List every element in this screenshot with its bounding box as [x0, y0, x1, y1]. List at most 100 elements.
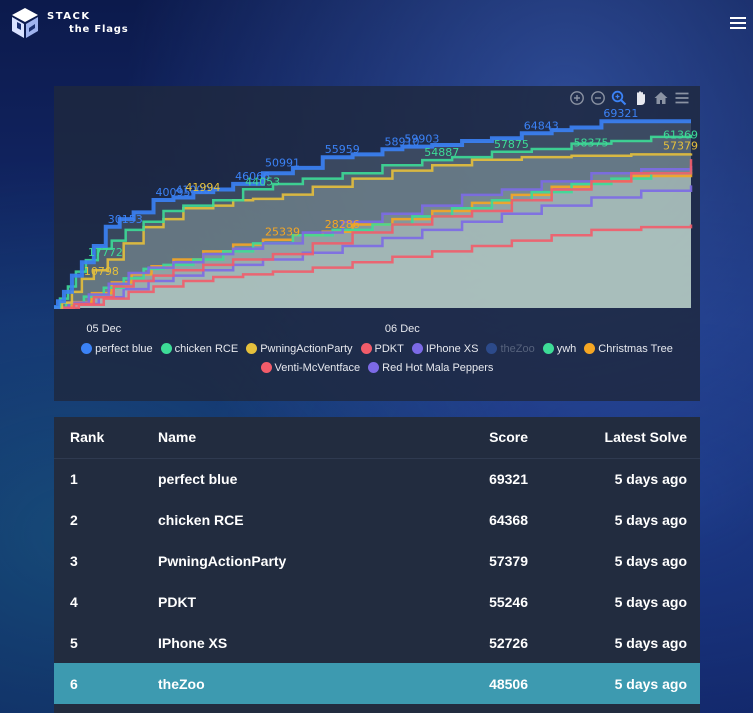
data-label: 57875 — [494, 138, 529, 151]
team-name-cell[interactable]: PwningActionParty — [158, 540, 408, 581]
name-column-header[interactable]: Name — [158, 417, 408, 459]
rank-cell: 1 — [70, 470, 78, 487]
data-label: 69321 — [603, 107, 638, 120]
rank-cell: 5 — [70, 634, 78, 651]
legend-swatch — [584, 343, 596, 354]
score-cell: 64368 — [489, 511, 528, 528]
table-row[interactable]: 2 chicken RCE 64368 5 days ago — [54, 499, 700, 540]
nav-menu-button[interactable] — [730, 17, 746, 30]
rank-cell: 3 — [70, 552, 78, 569]
rank-cell: 4 — [70, 593, 78, 610]
data-label: 64843 — [524, 119, 559, 132]
legend-item[interactable]: perfect blue — [81, 342, 153, 355]
chart-legend: perfect blue chicken RCE PwningActionParty… — [54, 339, 700, 377]
score-cell: 69321 — [489, 470, 528, 487]
latest-solve-cell: 5 days ago — [614, 470, 687, 487]
data-label: 28286 — [325, 218, 360, 231]
rank-cell: 6 — [54, 663, 158, 704]
pan-hand-icon[interactable] — [632, 90, 648, 106]
zoom-reset-icon[interactable] — [611, 90, 627, 106]
legend-item[interactable]: PDKT — [360, 342, 404, 355]
latest-solve-cell: 5 days ago — [614, 634, 687, 651]
scoreboard-table: Rank Name Score Latest Solve 1 perfect b… — [54, 417, 700, 704]
data-label: 17772 — [88, 246, 123, 259]
x-axis-tick-label: 06 Dec — [385, 323, 420, 335]
legend-item[interactable]: Red Hot Mala Peppers — [368, 362, 493, 374]
legend-label: PwningActionParty — [260, 342, 353, 355]
menu-icon[interactable] — [674, 90, 690, 106]
legend-swatch — [260, 362, 272, 373]
legend-swatch — [81, 343, 93, 354]
legend-label: chicken RCE — [174, 342, 239, 355]
table-header-row: Rank Name Score Latest Solve — [54, 417, 700, 459]
team-name-cell[interactable]: theZoo — [158, 663, 408, 704]
data-label: 50991 — [265, 157, 300, 170]
table-row[interactable]: 5 IPhone XS 52726 5 days ago — [54, 622, 700, 663]
team-name-cell[interactable]: IPhone XS — [158, 622, 408, 663]
legend-item[interactable]: PwningActionParty — [246, 342, 353, 355]
chart-toolbox — [569, 90, 690, 106]
legend-swatch — [360, 343, 372, 354]
legend-label: Venti-McVentface — [274, 361, 361, 374]
rank-cell: 2 — [70, 511, 78, 528]
team-name-cell[interactable]: chicken RCE — [158, 499, 408, 540]
legend-item[interactable]: IPhone XS — [411, 342, 479, 355]
score-column-header[interactable]: Score — [408, 417, 528, 459]
scoreboard-chart-card: 30153 40095 41000 46066 50991 55959 58910 59903… — [54, 86, 700, 401]
team-name-cell[interactable]: perfect blue — [158, 458, 408, 499]
latest-solve-cell: 5 days ago — [528, 663, 700, 704]
legend-swatch — [542, 343, 554, 354]
score-progression-chart: 3015340095410004606650991559595891059903… — [54, 107, 698, 335]
score-cell: 48506 — [408, 663, 528, 704]
legend-swatch — [160, 343, 172, 354]
brand-line-1: STACK — [47, 11, 91, 22]
score-cell: 55246 — [489, 593, 528, 610]
data-label: 44053 — [245, 175, 280, 188]
legend-swatch — [246, 343, 258, 354]
home-icon[interactable] — [653, 90, 669, 106]
x-axis-tick-label: 05 Dec — [86, 323, 121, 335]
score-cell: 52726 — [489, 634, 528, 651]
data-label: 55959 — [325, 143, 360, 156]
legend-label: Christmas Tree — [598, 342, 673, 355]
legend-label: ywh — [556, 342, 577, 355]
data-label: 41994 — [185, 181, 220, 194]
legend-label: IPhone XS — [425, 342, 479, 355]
score-cell: 57379 — [489, 552, 528, 569]
scoreboard-table-card: Rank Name Score Latest Solve 1 perfect b… — [54, 417, 700, 713]
table-row[interactable]: 1 perfect blue 69321 5 days ago — [54, 458, 700, 499]
table-row[interactable]: 4 PDKT 55246 5 days ago — [54, 581, 700, 622]
data-label: 30153 — [108, 213, 143, 226]
zoom-out-icon[interactable] — [590, 90, 606, 106]
table-row[interactable]: 3 PwningActionParty 57379 5 days ago — [54, 540, 700, 581]
legend-item[interactable]: Venti-McVentface — [260, 361, 361, 374]
data-label: 57379 — [663, 139, 698, 152]
brand-line-2: the Flags — [69, 24, 129, 35]
legend-label: PDKT — [374, 342, 404, 355]
legend-label: theZoo — [500, 342, 535, 355]
legend-item[interactable]: Christmas Tree — [584, 343, 673, 355]
data-label: 25339 — [265, 226, 300, 239]
legend-item[interactable]: theZoo — [486, 342, 535, 355]
data-label: 59903 — [404, 133, 439, 146]
team-name-cell[interactable]: PDKT — [158, 581, 408, 622]
latest-solve-cell: 5 days ago — [614, 511, 687, 528]
data-label: 10798 — [84, 265, 119, 278]
legend-label: perfect blue — [95, 342, 153, 355]
legend-swatch — [368, 362, 380, 373]
latest-solve-column-header[interactable]: Latest Solve — [528, 417, 700, 459]
legend-item[interactable]: chicken RCE — [160, 342, 239, 355]
legend-swatch — [411, 343, 423, 354]
rank-column-header[interactable]: Rank — [54, 417, 158, 459]
latest-solve-cell: 5 days ago — [614, 593, 687, 610]
data-label: 58375 — [574, 137, 609, 150]
zoom-in-icon[interactable] — [569, 90, 585, 106]
brand-logo[interactable]: STACK the Flags — [8, 6, 128, 40]
table-row-highlighted[interactable]: 6 theZoo 48506 5 days ago — [54, 663, 700, 704]
legend-label: Red Hot Mala Peppers — [382, 361, 494, 374]
legend-item[interactable]: ywh — [542, 342, 577, 355]
stack-the-flags-logo-icon — [12, 8, 38, 38]
data-label: 54887 — [424, 146, 459, 159]
navbar: STACK the Flags — [0, 0, 753, 50]
latest-solve-cell: 5 days ago — [614, 552, 687, 569]
